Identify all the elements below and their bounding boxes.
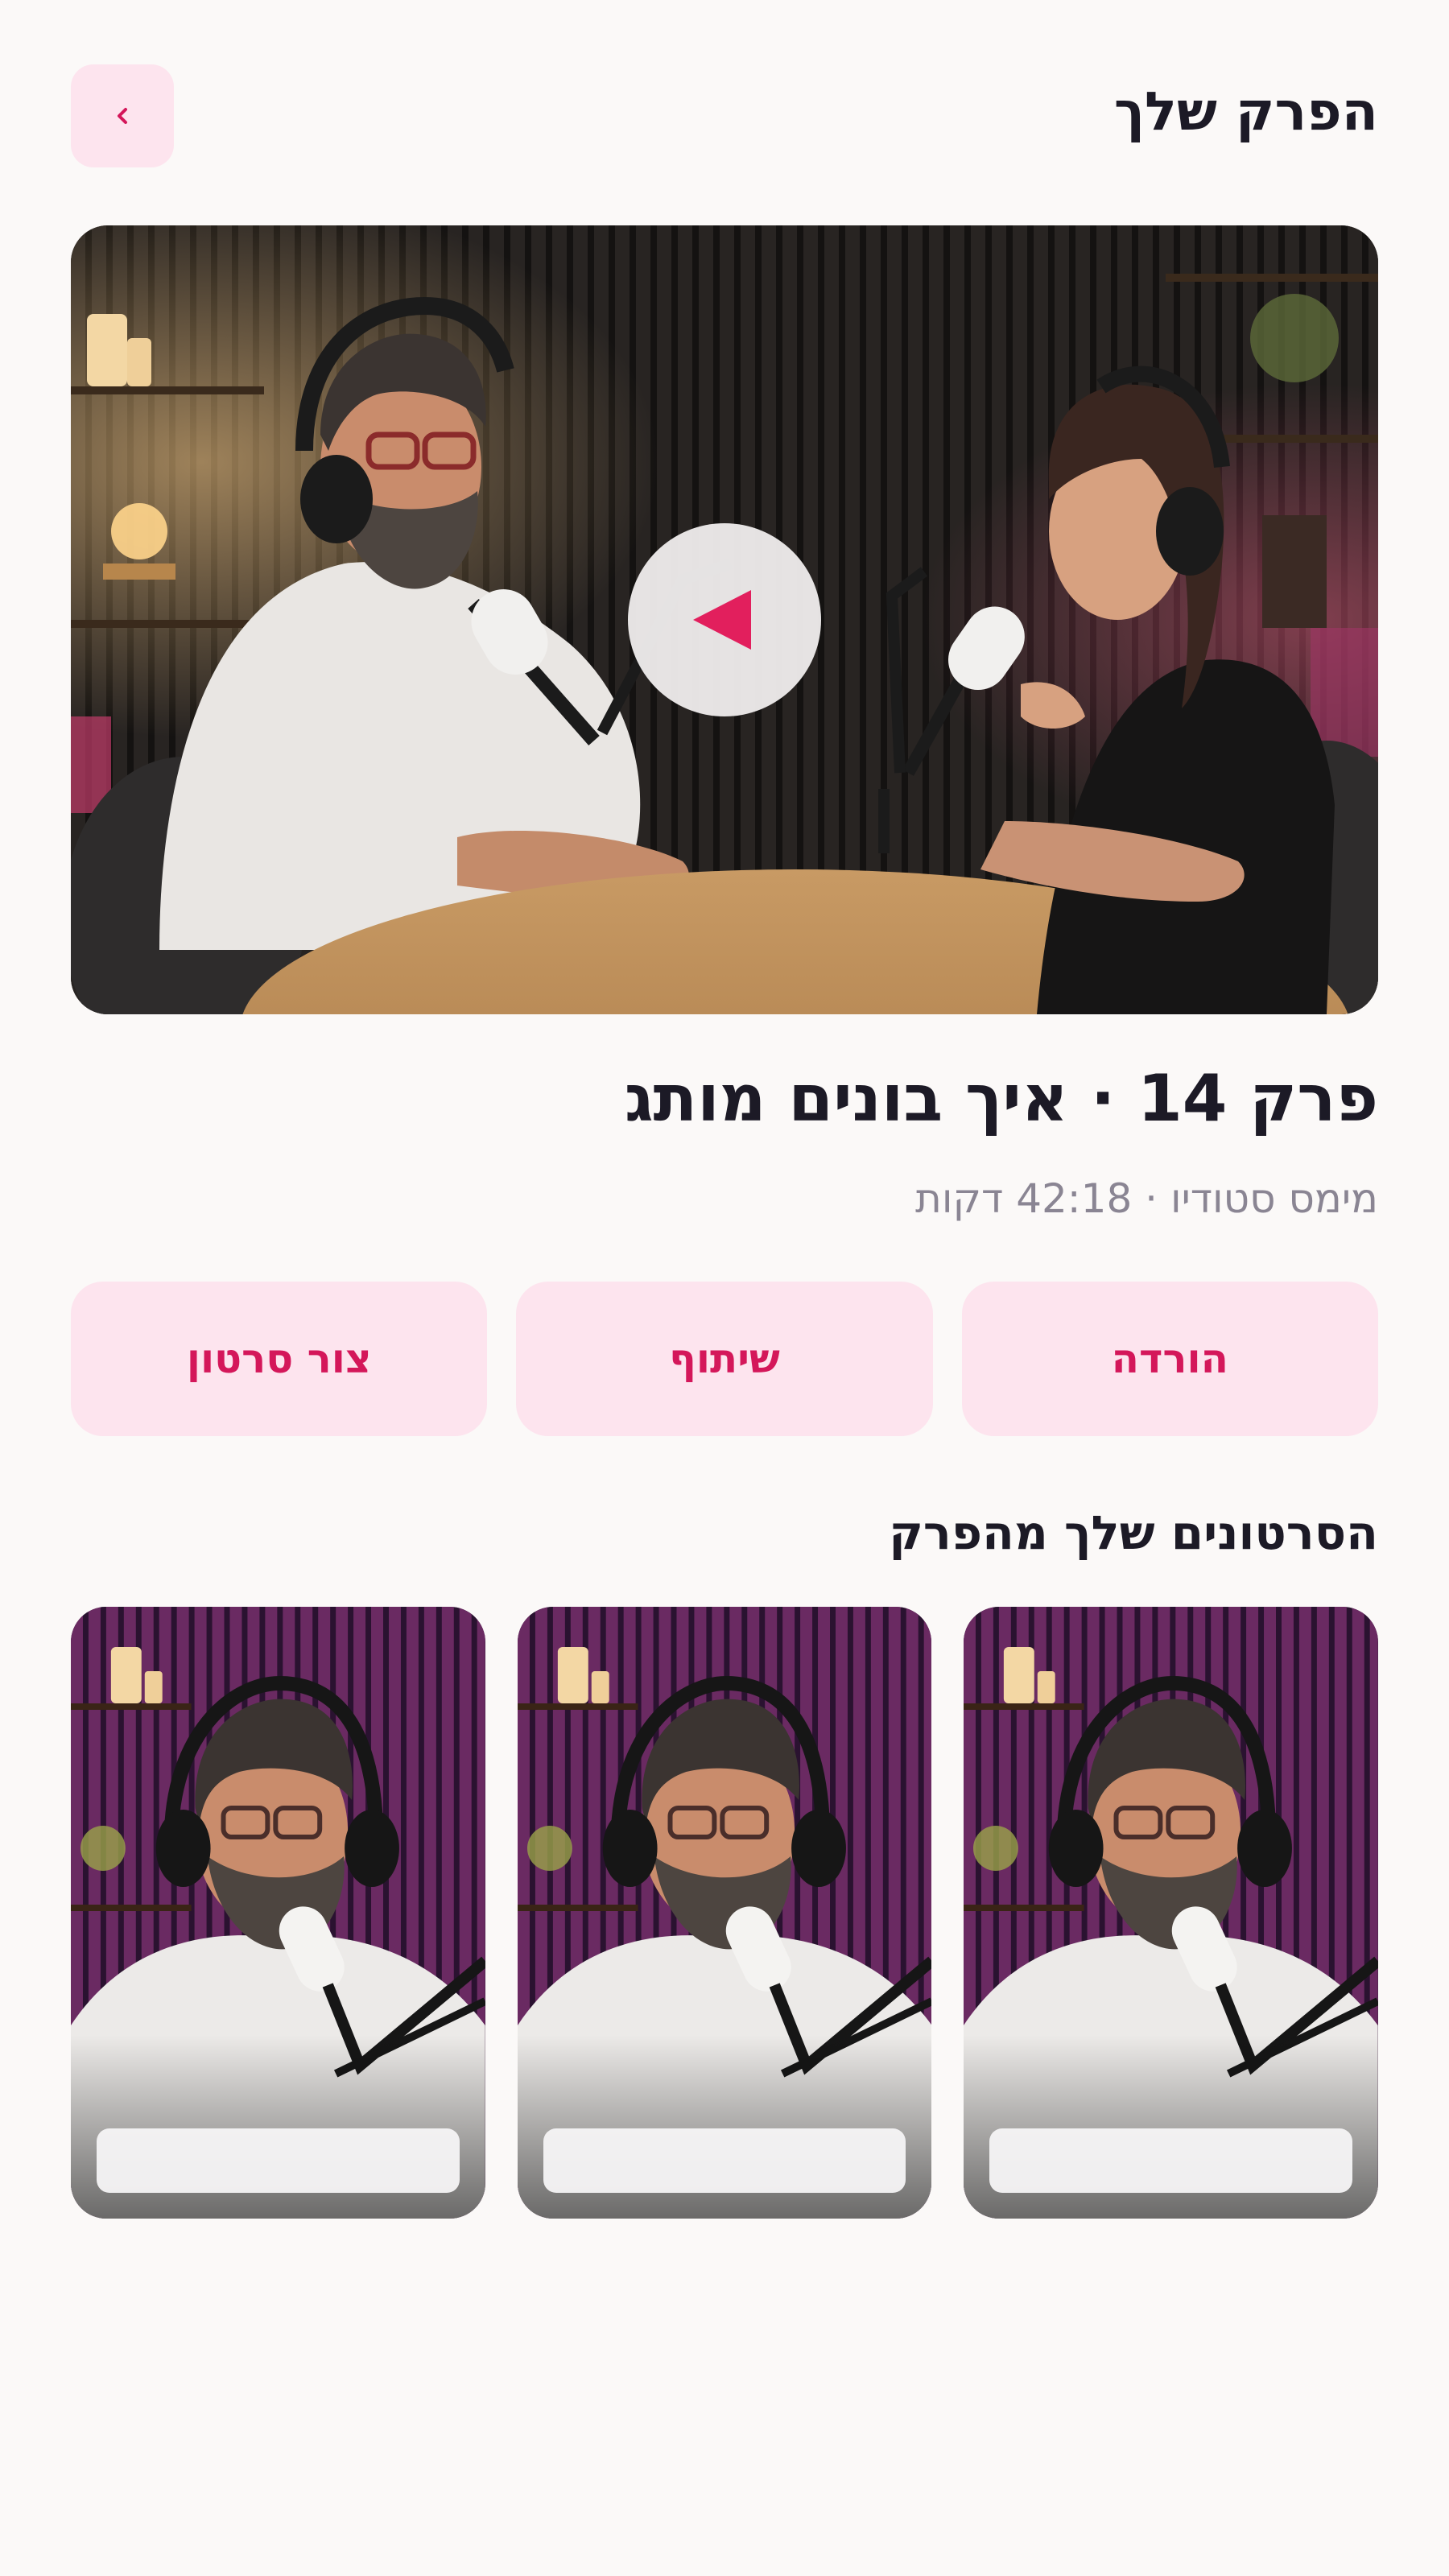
create-clip-button[interactable]: צור סרטון xyxy=(71,1282,488,1436)
clip-card[interactable] xyxy=(517,1607,932,2219)
episode-actions: הורדה שיתוף צור סרטון xyxy=(71,1282,1378,1436)
clip-caption xyxy=(96,2128,460,2193)
clip-caption xyxy=(543,2128,906,2193)
clip-thumbnail xyxy=(70,1607,485,2219)
clip-caption xyxy=(989,2128,1352,2193)
clip-card[interactable] xyxy=(964,1607,1378,2219)
clips-grid xyxy=(70,1607,1378,2219)
clip-card[interactable] xyxy=(70,1607,485,2219)
play-button[interactable] xyxy=(628,523,821,716)
play-icon xyxy=(693,590,751,650)
back-button[interactable] xyxy=(71,64,174,167)
download-button[interactable]: הורדה xyxy=(961,1282,1378,1436)
clip-thumbnail xyxy=(964,1607,1378,2219)
episode-screen: הפרק שלך פרק 14 · איך בונים מותג מימס סט… xyxy=(0,0,1449,2576)
page-title: הפרק שלך xyxy=(1113,80,1378,142)
chevron-left-icon xyxy=(118,108,127,124)
episode-video-player[interactable] xyxy=(71,225,1378,1014)
episode-title: פרק 14 · איך בונים מותג xyxy=(624,1061,1378,1136)
clip-thumbnail xyxy=(517,1607,932,2219)
clips-section-title: הסרטונים שלך מהפרק xyxy=(889,1505,1378,1560)
share-button[interactable]: שיתוף xyxy=(516,1282,933,1436)
episode-meta: מימס סטודיו · 42:18 דקות xyxy=(915,1175,1378,1222)
